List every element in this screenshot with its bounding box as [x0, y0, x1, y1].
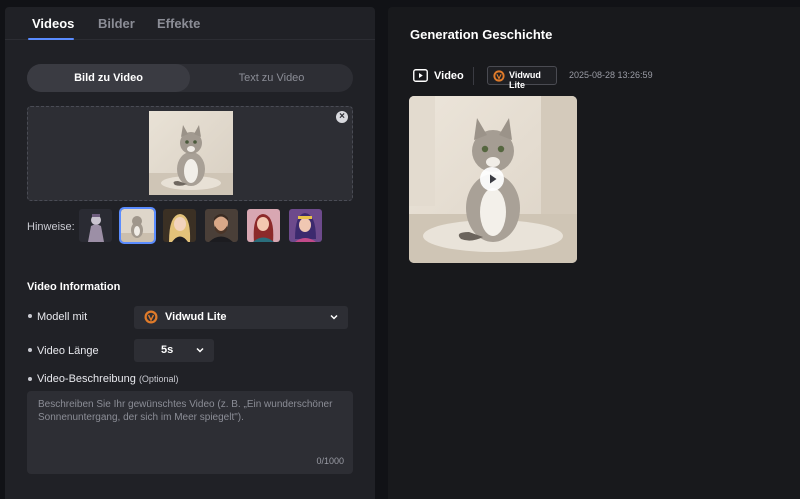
hint-thumbnail[interactable] — [247, 209, 280, 242]
remove-image-button[interactable]: × — [336, 111, 348, 123]
chevron-down-icon — [330, 314, 338, 320]
history-model-badge: Vidwud Lite — [487, 66, 557, 90]
model-label: Modell mit — [37, 311, 88, 323]
tab-bilder[interactable]: Bilder — [98, 16, 135, 31]
active-tab-indicator — [28, 38, 74, 40]
video-description-input[interactable]: Beschreiben Sie Ihr gewünschtes Video (z… — [27, 391, 353, 474]
video-description-placeholder: Beschreiben Sie Ihr gewünschtes Video (z… — [38, 399, 333, 423]
character-counter: 0/1000 — [316, 456, 344, 466]
vidwud-logo-icon — [144, 310, 158, 324]
video-information-title: Video Information — [27, 281, 121, 293]
bullet — [28, 314, 32, 318]
uploaded-image — [149, 111, 233, 195]
divider — [473, 67, 474, 85]
hint-thumbnail[interactable] — [289, 209, 322, 242]
hint-thumbnail[interactable] — [205, 209, 238, 242]
bullet — [28, 348, 32, 352]
bullet — [28, 377, 32, 381]
video-description-label-text: Video-Beschreibung — [37, 373, 136, 385]
video-icon — [413, 69, 428, 82]
generator-panel: Videos Bilder Effekte Bild zu Video Text… — [5, 7, 375, 499]
media-tabs: Videos Bilder Effekte — [5, 7, 375, 40]
hint-thumbnail-selected[interactable] — [119, 207, 156, 244]
chevron-down-icon — [196, 347, 204, 353]
optional-tag: (Optional) — [138, 374, 179, 384]
generated-video-card[interactable] — [409, 96, 577, 263]
close-icon: × — [339, 111, 345, 122]
tab-effekte[interactable]: Effekte — [157, 16, 200, 31]
history-panel: Generation Geschichte Video Vidwud Lite … — [388, 7, 800, 499]
tab-videos[interactable]: Videos — [32, 16, 74, 31]
video-length-label: Video Länge — [37, 345, 99, 357]
mode-switch: Bild zu Video Text zu Video — [27, 64, 353, 92]
video-length-select[interactable]: 5s — [134, 339, 214, 362]
history-type-label: Video — [434, 70, 464, 82]
hint-thumbnail[interactable] — [163, 209, 196, 242]
play-icon — [490, 174, 497, 184]
play-button[interactable] — [480, 167, 504, 191]
vidwud-logo-icon — [493, 70, 505, 82]
image-to-video-button[interactable]: Bild zu Video — [27, 64, 190, 92]
text-to-video-button[interactable]: Text zu Video — [190, 64, 353, 92]
video-length-value: 5s — [161, 344, 174, 356]
model-select[interactable]: Vidwud Lite — [134, 306, 348, 329]
hint-thumbnail[interactable] — [79, 209, 112, 242]
hints-label: Hinweise: — [27, 221, 75, 233]
history-timestamp: 2025-08-28 13:26:59 — [569, 70, 653, 80]
video-description-label: Video-Beschreibung (Optional) — [37, 373, 178, 385]
history-model-name: Vidwud Lite — [509, 70, 541, 90]
image-upload-area[interactable]: × — [27, 106, 353, 201]
history-title: Generation Geschichte — [410, 27, 553, 42]
model-value: Vidwud Lite — [165, 311, 227, 323]
